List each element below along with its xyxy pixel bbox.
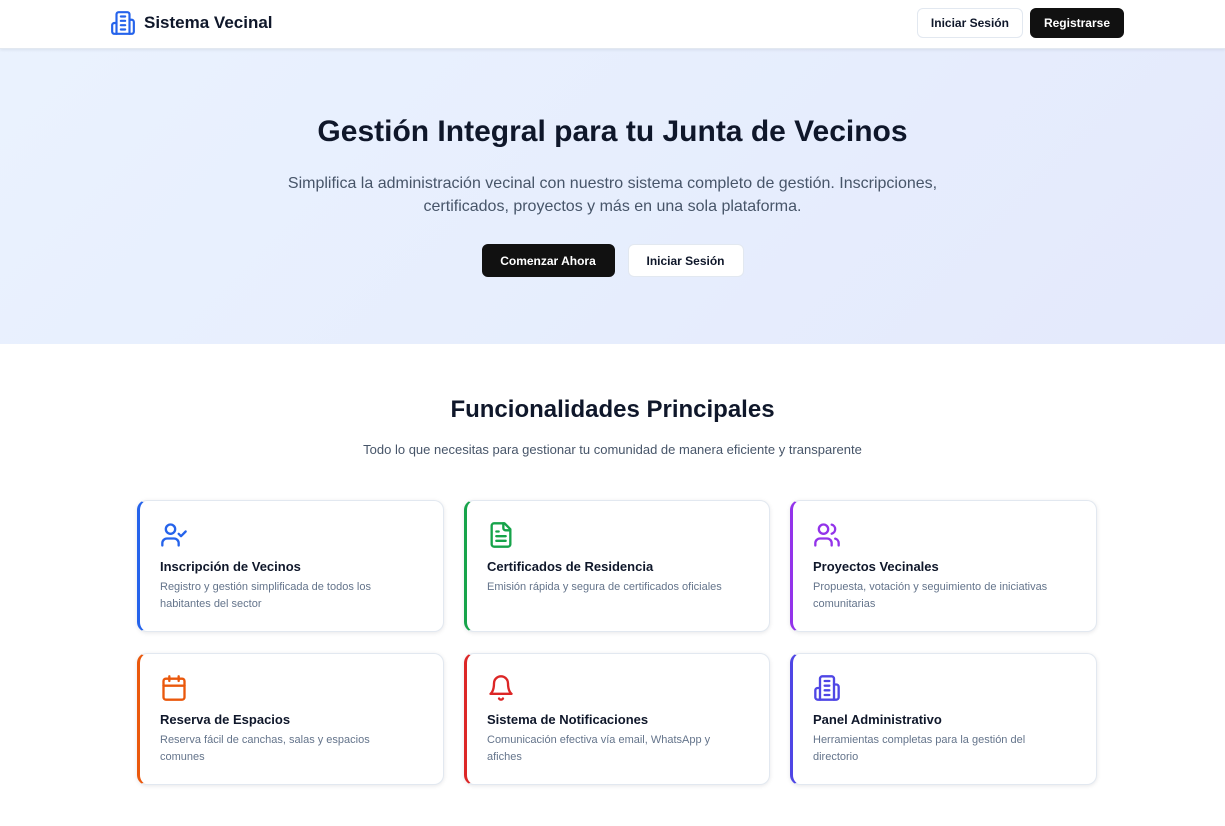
features-subtitle: Todo lo que necesitas para gestionar tu … [363,442,862,457]
hero-subtitle: Simplifica la administración vecinal con… [287,175,938,215]
feature-description: Emisión rápida y segura de certificados … [487,581,722,593]
brand[interactable]: Sistema Vecinal [110,10,273,36]
register-button[interactable]: Registrarse [1029,8,1124,38]
feature-description: Herramientas completas para la gestión d… [813,734,1026,763]
feature-title: Inscripción de Vecinos [160,559,301,574]
users-icon [814,523,840,547]
hero-title: Gestión Integral para tu Junta de Vecino… [317,115,908,148]
feature-card-notificaciones[interactable]: Sistema de Notificaciones Comunicación e… [464,653,770,785]
feature-description: Registro y gestión simplificada de todos… [160,581,371,610]
hero-section: Gestión Integral para tu Junta de Vecino… [0,49,1225,344]
feature-title: Sistema de Notificaciones [487,712,649,727]
features-grid: Inscripción de Vecinos Registro y gestió… [137,500,1097,785]
bell-icon [489,675,513,701]
feature-description: Comunicación efectiva vía email, WhatsAp… [487,734,711,763]
calendar-icon [162,675,186,701]
feature-description: Reserva fácil de canchas, salas y espaci… [160,734,370,763]
brand-name: Sistema Vecinal [144,13,273,32]
hero-actions: Comenzar Ahora Iniciar Sesión [0,244,1225,277]
feature-card-certificados[interactable]: Certificados de Residencia Emisión rápid… [464,500,770,632]
feature-title: Proyectos Vecinales [813,559,939,574]
building-icon [111,11,135,35]
building-icon [814,675,840,701]
feature-title: Reserva de Espacios [160,712,291,727]
top-navbar: Sistema Vecinal Iniciar Sesión Registrar… [0,0,1225,49]
start-now-button[interactable]: Comenzar Ahora [481,244,615,277]
feature-card-panel[interactable]: Panel Administrativo Herramientas comple… [790,653,1097,785]
user-check-icon [161,523,187,547]
feature-description: Propuesta, votación y seguimiento de ini… [813,581,1048,610]
nav-actions: Iniciar Sesión Registrarse [916,8,1124,38]
features-title: Funcionalidades Principales [450,396,775,423]
feature-title: Panel Administrativo [813,712,942,727]
feature-card-inscripcion[interactable]: Inscripción de Vecinos Registro y gestió… [137,500,444,632]
login-button[interactable]: Iniciar Sesión [916,8,1023,38]
feature-card-reservas[interactable]: Reserva de Espacios Reserva fácil de can… [137,653,444,785]
hero-login-button[interactable]: Iniciar Sesión [627,244,744,277]
feature-card-proyectos[interactable]: Proyectos Vecinales Propuesta, votación … [790,500,1097,632]
feature-title: Certificados de Residencia [487,559,654,574]
file-text-icon [490,522,512,548]
